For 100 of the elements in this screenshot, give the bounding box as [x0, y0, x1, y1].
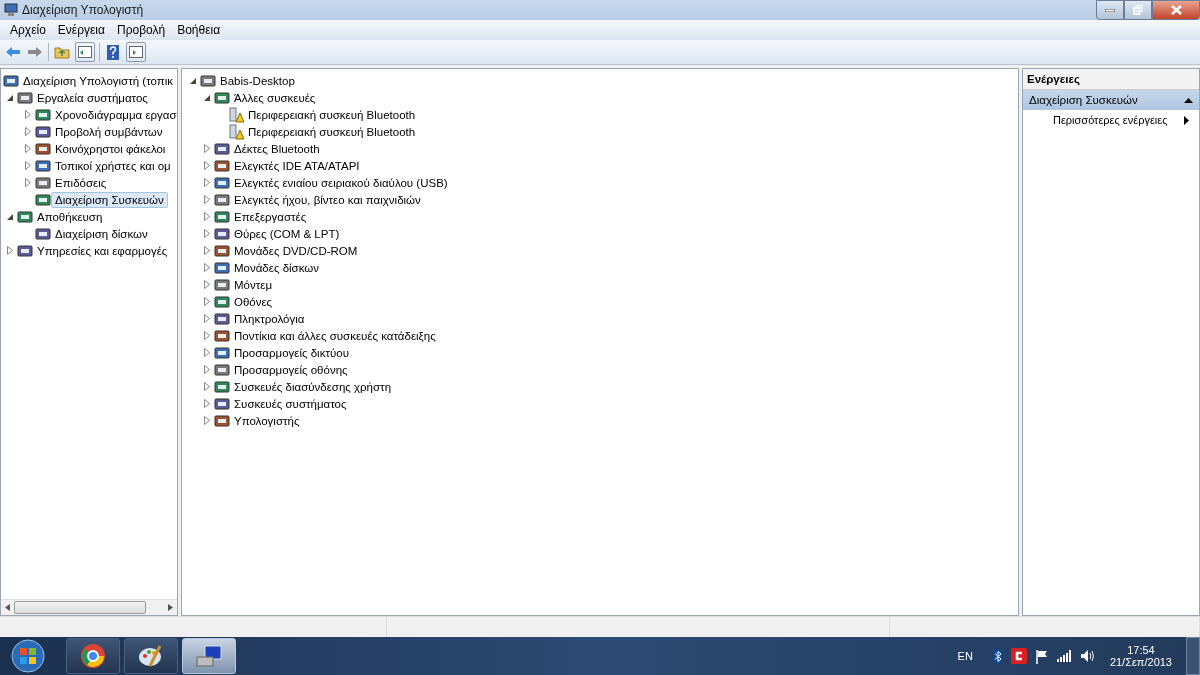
device-icon	[214, 259, 230, 276]
device-icon	[214, 191, 230, 208]
tree-item[interactable]: Επεξεργαστές	[230, 208, 311, 225]
close-icon	[1170, 5, 1182, 15]
tree-item[interactable]: Δέκτες Bluetooth	[230, 140, 324, 157]
antivirus-icon[interactable]	[1010, 648, 1027, 664]
expanded-arrow-icon[interactable]	[203, 94, 211, 102]
signal-icon[interactable]	[1056, 650, 1072, 662]
tree-item[interactable]: Μόντεμ	[230, 276, 277, 293]
device-icon	[35, 106, 51, 123]
tree-item[interactable]: Υπηρεσίες και εφαρμογές	[33, 242, 172, 259]
panel-toggle-button[interactable]	[75, 42, 95, 62]
tree-item[interactable]: Θύρες (COM & LPT)	[230, 225, 344, 242]
taskbar-app-button[interactable]	[182, 638, 236, 674]
menu-item[interactable]: Βοήθεια	[171, 23, 227, 37]
expanded-arrow-icon[interactable]	[189, 77, 197, 85]
paint-palette-icon	[138, 644, 164, 668]
tree-item[interactable]: Ελεγκτές ήχου, βίντεο και παιχνιδιών	[230, 191, 425, 208]
device-icon	[17, 242, 33, 259]
device-icon	[214, 208, 230, 225]
minimize-icon	[1105, 8, 1115, 12]
device-icon	[214, 225, 230, 242]
device-icon	[35, 140, 51, 157]
tree-item[interactable]: Συσκευές διασύνδεσης χρήστη	[230, 378, 396, 395]
flag-icon[interactable]	[1034, 648, 1049, 664]
expanded-arrow-icon[interactable]	[6, 94, 14, 102]
help-button[interactable]	[104, 43, 122, 61]
taskbar-app-button[interactable]	[124, 638, 178, 674]
menu-item[interactable]: Προβολή	[110, 23, 172, 37]
collapse-arrow-icon	[1184, 97, 1193, 103]
tree-item[interactable]: Περιφερειακή συσκευή Bluetooth	[244, 106, 420, 123]
restore-button[interactable]	[1124, 0, 1152, 20]
computer-icon	[4, 3, 18, 17]
device-icon	[214, 378, 230, 395]
language-indicator[interactable]: EN	[957, 650, 973, 662]
device-icon	[35, 174, 51, 191]
browser-icon	[80, 643, 106, 669]
tree-item[interactable]: Άλλες συσκευές	[230, 89, 320, 106]
tree-item[interactable]: Περιφερειακή συσκευή Bluetooth	[244, 123, 420, 140]
taskbar-app-button[interactable]	[66, 638, 120, 674]
clock-time: 17:54	[1127, 644, 1155, 656]
restore-icon	[1133, 5, 1143, 15]
submenu-arrow-icon	[1184, 115, 1189, 125]
tree-item[interactable]: Αποθήκευση	[33, 208, 107, 225]
tree-item[interactable]: Εργαλεία συστήματος	[33, 89, 152, 106]
device-icon	[214, 174, 230, 191]
device-icon	[35, 225, 51, 242]
device-icon	[17, 208, 33, 225]
tree-item[interactable]: Babis-Desktop	[216, 72, 299, 89]
actions-section-header[interactable]: Διαχείριση Συσκευών	[1023, 90, 1199, 110]
device-icon	[214, 293, 230, 310]
scroll-right-icon[interactable]	[168, 604, 173, 611]
tree-item[interactable]: Τοπικοί χρήστες και ομ	[51, 157, 175, 174]
tree-item[interactable]: Προσαρμογείς οθόνης	[230, 361, 352, 378]
tree-item[interactable]: Διαχείριση Συσκευών	[51, 191, 168, 208]
device-icon	[214, 242, 230, 259]
device-icon	[35, 191, 51, 208]
device-icon	[214, 361, 230, 378]
tree-item[interactable]: Επιδόσεις	[51, 174, 111, 191]
scroll-left-icon[interactable]	[5, 604, 10, 611]
tree-item[interactable]: Διαχείριση Υπολογιστή (τοπικ	[19, 72, 177, 89]
tree-item[interactable]: Προβολή συμβάντων	[51, 123, 167, 140]
tree-item[interactable]: Μονάδες δίσκων	[230, 259, 324, 276]
minimize-button[interactable]	[1096, 0, 1124, 20]
computer-management-icon	[195, 644, 223, 668]
device-icon	[214, 89, 230, 106]
tree-item[interactable]: Οθόνες	[230, 293, 277, 310]
device-icon	[3, 72, 19, 89]
tree-item[interactable]: Προσαρμογείς δικτύου	[230, 344, 353, 361]
device-icon	[35, 123, 51, 140]
collapsed-arrow-icon[interactable]	[7, 245, 13, 255]
device-icon	[214, 310, 230, 327]
device-icon	[214, 276, 230, 293]
tree-item[interactable]: Ελεγκτές IDE ATA/ATAPI	[230, 157, 364, 174]
show-desktop-button[interactable]	[1186, 637, 1200, 675]
device-icon	[17, 89, 33, 106]
device-icon	[200, 72, 216, 89]
menu-item[interactable]: Αρχείο	[4, 23, 52, 37]
device-icon	[214, 140, 230, 157]
expanded-arrow-icon[interactable]	[6, 213, 14, 221]
action-item[interactable]: Περισσότερες ενέργειες	[1023, 110, 1199, 130]
tree-item[interactable]: Συσκευές συστήματος	[230, 395, 351, 412]
action-pane-button[interactable]	[126, 42, 146, 62]
tree-item[interactable]: Υπολογιστής	[230, 412, 304, 429]
bluetooth-icon[interactable]	[992, 648, 1003, 664]
menu-item[interactable]: Ενέργεια	[51, 23, 111, 37]
tree-item[interactable]: Διαχείριση δίσκων	[51, 225, 152, 242]
actions-heading: Ενέργειες	[1023, 69, 1199, 90]
volume-icon[interactable]	[1079, 649, 1096, 663]
close-button[interactable]	[1152, 0, 1200, 20]
tree-item[interactable]: Ποντίκια και άλλες συσκευές κατάδειξης	[230, 327, 440, 344]
tree-item[interactable]: Κοινόχρηστοι φάκελοι	[51, 140, 170, 157]
horizontal-scrollbar[interactable]	[1, 599, 177, 615]
clock-date: 21/Σεπ/2013	[1109, 656, 1172, 668]
tree-item[interactable]: Πληκτρολόγια	[230, 310, 309, 327]
tree-item[interactable]: Χρονοδιάγραμμα εργασ	[51, 106, 177, 123]
tree-item[interactable]: Ελεγκτές ενιαίου σειριακού διαύλου (USB)	[230, 174, 452, 191]
device-icon	[214, 412, 230, 429]
tree-item[interactable]: Μονάδες DVD/CD-ROM	[230, 242, 362, 259]
device-icon	[214, 395, 230, 412]
